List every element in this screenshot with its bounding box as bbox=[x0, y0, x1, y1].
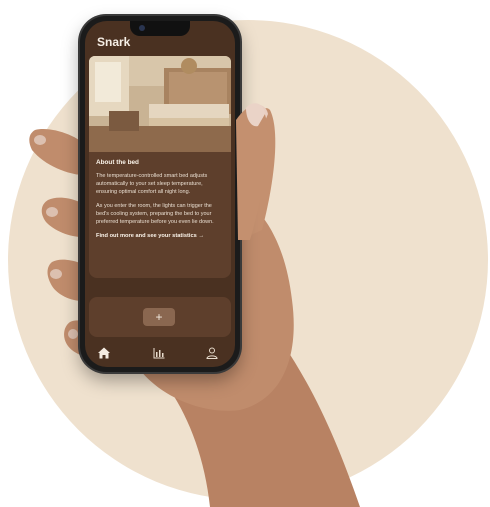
about-heading: About the bed bbox=[96, 159, 139, 166]
hand-illustration bbox=[29, 104, 360, 507]
bar-chart-icon[interactable] bbox=[152, 346, 166, 360]
user-icon[interactable] bbox=[205, 346, 219, 360]
add-card: + bbox=[89, 297, 231, 337]
home-icon[interactable] bbox=[97, 346, 111, 360]
app-screen: Snark About the bed The temperature-cont… bbox=[85, 21, 235, 367]
phone: Snark About the bed The temperature-cont… bbox=[80, 16, 240, 372]
add-button[interactable]: + bbox=[143, 308, 175, 326]
about-card: About the bed The temperature-controlled… bbox=[89, 152, 231, 278]
camera-icon bbox=[139, 25, 145, 31]
app-title: Snark bbox=[97, 35, 131, 49]
about-paragraph-2: As you enter the room, the lights can tr… bbox=[96, 203, 214, 225]
about-paragraph-1: The temperature-controlled smart bed adj… bbox=[96, 173, 208, 195]
tab-bar bbox=[85, 343, 235, 367]
statistics-link[interactable]: Find out more and see your statistics → bbox=[96, 232, 224, 240]
bedroom-photo bbox=[89, 56, 231, 152]
